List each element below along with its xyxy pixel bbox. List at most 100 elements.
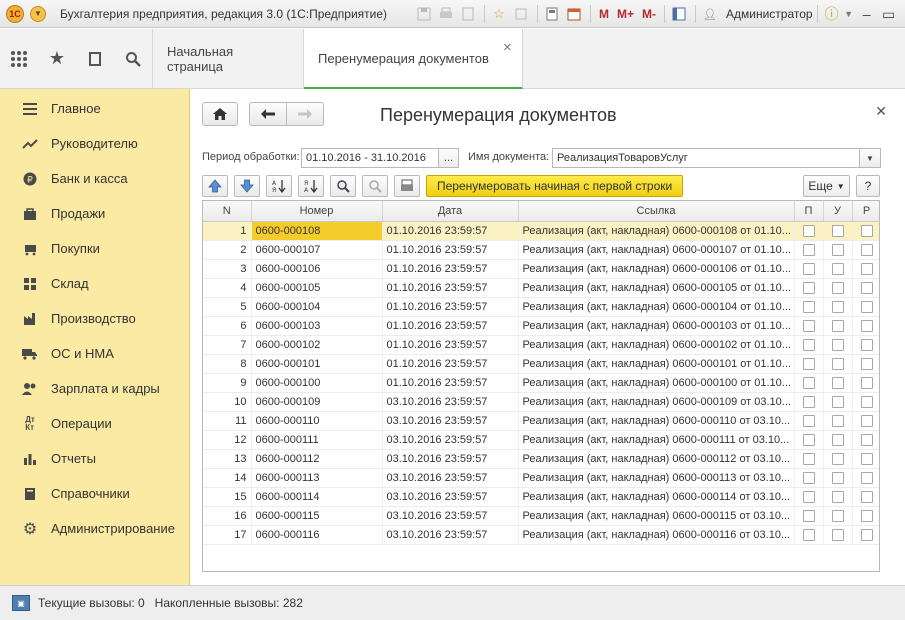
manual-checkbox[interactable] — [860, 395, 873, 408]
checkbox-cell[interactable] — [852, 468, 879, 488]
checkbox-cell[interactable] — [823, 487, 853, 507]
deleted-checkbox[interactable] — [831, 414, 844, 427]
posted-checkbox[interactable] — [802, 395, 815, 408]
manual-checkbox[interactable] — [860, 490, 873, 503]
document-date-cell[interactable]: 01.10.2016 23:59:57 — [382, 259, 519, 279]
search-icon[interactable] — [114, 51, 152, 67]
column-header-p[interactable]: П — [794, 201, 824, 222]
history-icon[interactable] — [76, 51, 114, 67]
more-button[interactable]: Еще ▼ — [803, 175, 850, 197]
document-number-cell[interactable]: 0600-000104 — [251, 297, 383, 317]
document-ref-cell[interactable]: Реализация (акт, накладная) 0600-000114 … — [518, 487, 795, 507]
manual-checkbox[interactable] — [860, 338, 873, 351]
checkbox-cell[interactable] — [823, 449, 853, 469]
calls-monitor-icon[interactable]: ▣ — [12, 595, 30, 611]
save-icon[interactable] — [414, 4, 434, 24]
checkbox-cell[interactable] — [823, 240, 853, 260]
posted-checkbox[interactable] — [802, 281, 815, 294]
document-number-cell[interactable]: 0600-000101 — [251, 354, 383, 374]
document-ref-cell[interactable]: Реализация (акт, накладная) 0600-000101 … — [518, 354, 795, 374]
document-number-cell[interactable]: 0600-000108 — [251, 221, 383, 241]
document-ref-cell[interactable]: Реализация (акт, накладная) 0600-000107 … — [518, 240, 795, 260]
checkbox-cell[interactable] — [823, 354, 853, 374]
preview-icon[interactable] — [458, 4, 478, 24]
sidebar-item-purchases[interactable]: Покупки — [0, 231, 189, 266]
column-header-ref[interactable]: Ссылка — [518, 201, 795, 222]
checkbox-cell[interactable] — [823, 373, 853, 393]
document-number-cell[interactable]: 0600-000109 — [251, 392, 383, 412]
deleted-checkbox[interactable] — [831, 300, 844, 313]
manual-checkbox[interactable] — [860, 300, 873, 313]
document-ref-cell[interactable]: Реализация (акт, накладная) 0600-000110 … — [518, 411, 795, 431]
manual-checkbox[interactable] — [860, 509, 873, 522]
checkbox-cell[interactable] — [823, 221, 853, 241]
manual-checkbox[interactable] — [860, 471, 873, 484]
document-ref-cell[interactable]: Реализация (акт, накладная) 0600-000115 … — [518, 506, 795, 526]
chevron-down-icon[interactable]: ▼ — [844, 4, 854, 24]
row-number-cell[interactable]: 16 — [203, 506, 252, 526]
star-icon[interactable]: ★ — [38, 48, 76, 69]
find-button[interactable] — [330, 175, 356, 197]
document-ref-cell[interactable]: Реализация (акт, накладная) 0600-000105 … — [518, 278, 795, 298]
row-number-cell[interactable]: 6 — [203, 316, 252, 336]
document-ref-cell[interactable]: Реализация (акт, накладная) 0600-000104 … — [518, 297, 795, 317]
close-window-button[interactable]: ✕ — [900, 4, 905, 24]
table-row[interactable]: 7 0600-000102 01.10.2016 23:59:57 Реализаци… — [203, 335, 879, 355]
period-select-button[interactable]: ... — [438, 148, 459, 168]
sidebar-item-operations[interactable]: Дт Кт Операции — [0, 406, 189, 441]
sidebar-item-sales[interactable]: Продажи — [0, 196, 189, 231]
document-date-cell[interactable]: 03.10.2016 23:59:57 — [382, 392, 519, 412]
checkbox-cell[interactable] — [823, 430, 853, 450]
document-date-cell[interactable]: 03.10.2016 23:59:57 — [382, 506, 519, 526]
forward-button[interactable] — [286, 102, 324, 126]
move-up-button[interactable] — [202, 175, 228, 197]
deleted-checkbox[interactable] — [831, 490, 844, 503]
tab-renumbering[interactable]: Перенумерация документов ✕ — [304, 29, 523, 89]
table-row[interactable]: 14 0600-000113 03.10.2016 23:59:57 Реализац… — [203, 468, 879, 488]
checkbox-cell[interactable] — [823, 392, 853, 412]
sidebar-item-salary[interactable]: Зарплата и кадры — [0, 371, 189, 406]
sidebar-item-catalogs[interactable]: Справочники — [0, 476, 189, 511]
posted-checkbox[interactable] — [802, 243, 815, 256]
posted-checkbox[interactable] — [802, 471, 815, 484]
checkbox-cell[interactable] — [794, 221, 824, 241]
table-row[interactable]: 5 0600-000104 01.10.2016 23:59:57 Реализаци… — [203, 297, 879, 317]
memory-m-minus-button[interactable]: M- — [642, 7, 656, 21]
row-number-cell[interactable]: 4 — [203, 278, 252, 298]
calculator-icon[interactable] — [542, 4, 562, 24]
table-row[interactable]: 12 0600-000111 03.10.2016 23:59:57 Реализац… — [203, 430, 879, 450]
manual-checkbox[interactable] — [860, 224, 873, 237]
move-down-button[interactable] — [234, 175, 260, 197]
document-number-cell[interactable]: 0600-000106 — [251, 259, 383, 279]
checkbox-cell[interactable] — [852, 316, 879, 336]
checkbox-cell[interactable] — [794, 316, 824, 336]
row-number-cell[interactable]: 1 — [203, 221, 252, 241]
document-ref-cell[interactable]: Реализация (акт, накладная) 0600-000103 … — [518, 316, 795, 336]
row-number-cell[interactable]: 14 — [203, 468, 252, 488]
maximize-button[interactable]: ▭ — [878, 4, 900, 24]
row-number-cell[interactable]: 15 — [203, 487, 252, 507]
deleted-checkbox[interactable] — [831, 281, 844, 294]
calendar-icon[interactable] — [564, 4, 584, 24]
close-icon[interactable]: ✕ — [875, 103, 887, 120]
deleted-checkbox[interactable] — [831, 528, 844, 541]
output-list-button[interactable] — [394, 175, 420, 197]
sidebar-item-production[interactable]: Производство — [0, 301, 189, 336]
table-row[interactable]: 10 0600-000109 03.10.2016 23:59:57 Реализац… — [203, 392, 879, 412]
table-row[interactable]: 8 0600-000101 01.10.2016 23:59:57 Реализаци… — [203, 354, 879, 374]
manual-checkbox[interactable] — [860, 414, 873, 427]
document-number-cell[interactable]: 0600-000103 — [251, 316, 383, 336]
checkbox-cell[interactable] — [823, 468, 853, 488]
table-row[interactable]: 3 0600-000106 01.10.2016 23:59:57 Реализаци… — [203, 259, 879, 279]
document-date-cell[interactable]: 01.10.2016 23:59:57 — [382, 316, 519, 336]
checkbox-cell[interactable] — [852, 373, 879, 393]
document-ref-cell[interactable]: Реализация (акт, накладная) 0600-000100 … — [518, 373, 795, 393]
row-number-cell[interactable]: 17 — [203, 525, 252, 545]
checkbox-cell[interactable] — [852, 487, 879, 507]
1c-logo-icon[interactable]: 1С — [6, 4, 24, 23]
document-ref-cell[interactable]: Реализация (акт, накладная) 0600-000112 … — [518, 449, 795, 469]
posted-checkbox[interactable] — [802, 376, 815, 389]
document-number-cell[interactable]: 0600-000105 — [251, 278, 383, 298]
document-number-cell[interactable]: 0600-000115 — [251, 506, 383, 526]
link-icon[interactable] — [511, 4, 531, 24]
